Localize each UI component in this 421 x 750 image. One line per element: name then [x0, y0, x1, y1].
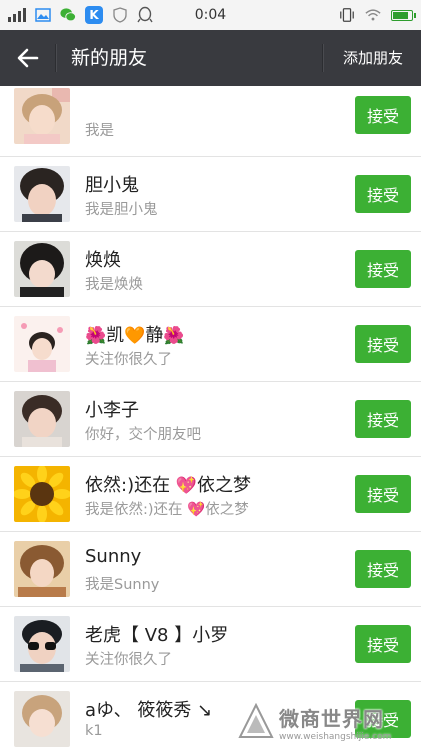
accept-button[interactable]: 接受 — [355, 400, 411, 438]
request-message: 我是胆小鬼 — [85, 202, 158, 218]
friend-name: 胆小鬼 — [85, 175, 139, 196]
avatar — [14, 466, 70, 522]
avatar — [14, 616, 70, 672]
list-item[interactable]: 我是 接受 — [0, 86, 421, 157]
friend-name-part: 凯 — [106, 325, 125, 346]
friend-name: 依然:)还在 💖依之梦 — [85, 471, 251, 497]
list-item[interactable]: 小李子 你好，交个朋友吧 接受 — [0, 382, 421, 457]
arrow-left-icon — [17, 48, 39, 68]
add-friend-button[interactable]: 添加朋友 — [343, 30, 403, 86]
avatar — [14, 691, 70, 747]
friend-name: 老虎【 V8 】小罗 — [85, 625, 229, 646]
request-message: 我是焕焕 — [85, 277, 143, 293]
watermark-title: 微商世界网 — [279, 706, 384, 731]
friend-request-list[interactable]: 我是 接受 胆小鬼 我是胆小鬼 接受 焕焕 我是焕焕 接受 🌺凯🧡静🌺 关注你很… — [0, 86, 421, 750]
friend-name: Sunny — [85, 546, 142, 567]
watermark-url: www.weishangshijie.com — [279, 731, 392, 742]
request-message: 关注你很久了 — [85, 352, 172, 368]
wifi-icon — [365, 7, 381, 23]
friend-name: aゆ、 筱筱秀 ↘ — [85, 700, 213, 721]
request-message: 我是 — [85, 123, 114, 139]
flower-emoji: 🌺 — [85, 326, 107, 346]
vibrate-icon — [339, 7, 355, 23]
avatar — [14, 88, 70, 144]
friend-name-part: 依之梦 — [196, 475, 251, 496]
avatar — [14, 391, 70, 447]
accept-button[interactable]: 接受 — [355, 475, 411, 513]
list-item[interactable]: Sunny 我是Sunny 接受 — [0, 532, 421, 607]
battery-level — [393, 11, 409, 19]
request-message: k1 — [85, 723, 103, 739]
request-message: 关注你很久了 — [85, 652, 172, 668]
list-item[interactable]: 老虎【 V8 】小罗 关注你很久了 接受 — [0, 607, 421, 682]
accept-button[interactable]: 接受 — [355, 550, 411, 588]
status-bar: K 0:04 — [0, 0, 421, 30]
message-part: 依之梦 — [205, 502, 249, 518]
flower-emoji: 🌺 — [163, 326, 185, 346]
avatar — [14, 541, 70, 597]
list-item[interactable]: 🌺凯🧡静🌺 关注你很久了 接受 — [0, 307, 421, 382]
watermark: 微商世界网 www.weishangshijie.com — [237, 700, 417, 744]
accept-button[interactable]: 接受 — [355, 625, 411, 663]
heart-emoji: 💖 — [175, 476, 197, 496]
message-part: 我是依然:)还在 — [85, 502, 188, 518]
avatar — [14, 241, 70, 297]
avatar — [14, 166, 70, 222]
accept-button[interactable]: 接受 — [355, 175, 411, 213]
page-title: 新的朋友 — [71, 47, 148, 69]
accept-button[interactable]: 接受 — [355, 250, 411, 288]
watermark-logo-icon — [238, 703, 274, 738]
list-item[interactable]: 胆小鬼 我是胆小鬼 接受 — [0, 157, 421, 232]
friend-name: 🌺凯🧡静🌺 — [85, 321, 185, 347]
friend-name: 焕焕 — [85, 250, 121, 271]
request-message: 我是依然:)还在 💖依之梦 — [85, 498, 249, 519]
heart-emoji: 🧡 — [124, 326, 146, 346]
friend-name-part: 静 — [145, 325, 164, 346]
accept-button[interactable]: 接受 — [355, 325, 411, 363]
friend-name: 小李子 — [85, 400, 139, 421]
battery-icon — [391, 9, 416, 21]
nav-divider — [55, 44, 57, 72]
request-message: 我是Sunny — [85, 577, 160, 593]
avatar — [14, 316, 70, 372]
heart-emoji: 💖 — [187, 502, 206, 518]
request-message: 你好，交个朋友吧 — [85, 427, 201, 443]
friend-name-part: 依然:)还在 — [85, 475, 176, 496]
list-item[interactable]: 依然:)还在 💖依之梦 我是依然:)还在 💖依之梦 接受 — [0, 457, 421, 532]
accept-button[interactable]: 接受 — [355, 96, 411, 134]
back-button[interactable] — [10, 40, 46, 76]
list-item[interactable]: 焕焕 我是焕焕 接受 — [0, 232, 421, 307]
nav-divider — [322, 44, 324, 72]
nav-bar: 新的朋友 添加朋友 — [0, 30, 421, 86]
